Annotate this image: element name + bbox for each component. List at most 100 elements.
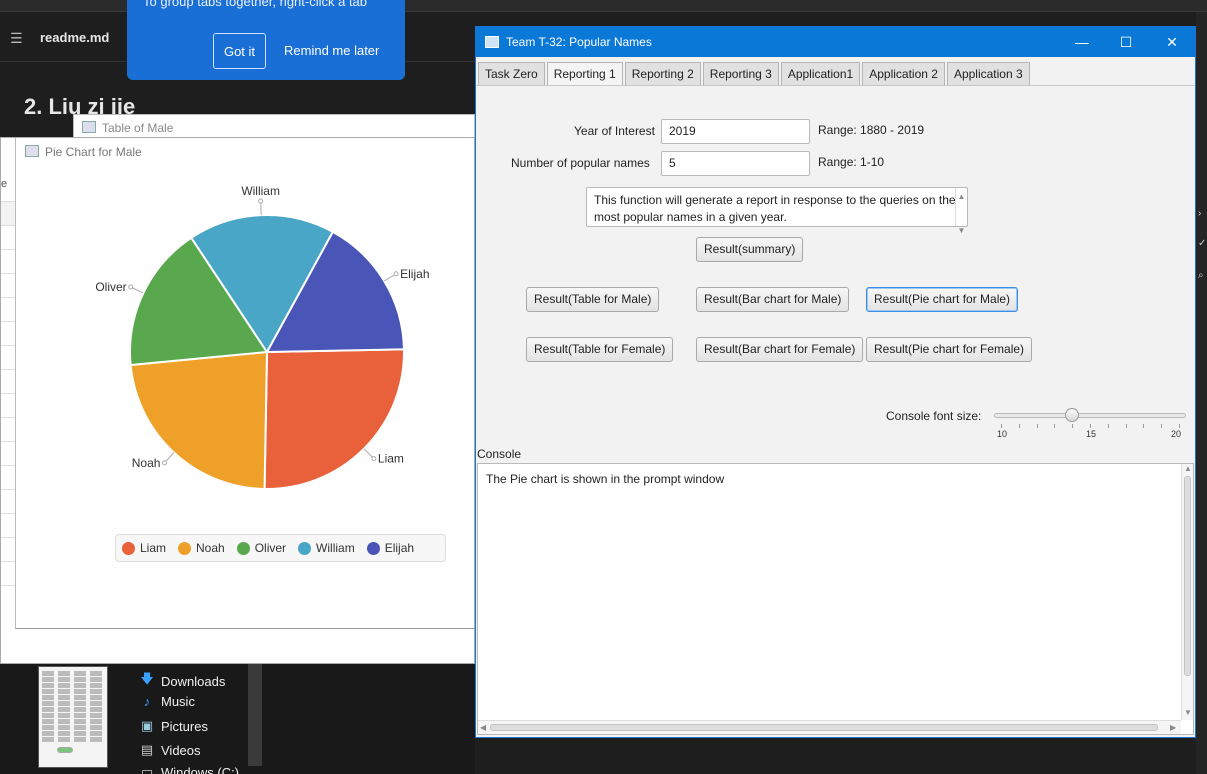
folder-music[interactable]: ♪ Music	[139, 694, 195, 709]
pie-label-dot	[393, 271, 399, 277]
pie-label-elijah: Elijah	[400, 267, 429, 281]
minimize-button[interactable]: —	[1062, 30, 1102, 54]
pie-chart-window[interactable]: Pie Chart for Male e Liam Noah Oliver Willi…	[0, 137, 476, 664]
pie-label-oliver: Oliver	[95, 280, 126, 294]
result-pie-female-button[interactable]: Result(Pie chart for Female)	[866, 337, 1033, 362]
result-table-male-button[interactable]: Result(Table for Male)	[526, 287, 660, 312]
slider-tick	[1090, 424, 1091, 428]
tab-bar: Task Zero Reporting 1 Reporting 2 Report…	[478, 62, 1030, 86]
table-preview-thumbnail[interactable]	[38, 666, 108, 768]
maximize-button[interactable]: ☐	[1106, 30, 1146, 54]
legend-label: Elijah	[384, 541, 415, 555]
title-bar[interactable]: Team T-32: Popular Names — ☐ ✕	[476, 27, 1195, 57]
legend-swatch	[298, 541, 312, 555]
drive-icon: ▭	[140, 764, 154, 774]
pie-chart-area: Liam Noah Oliver William Elijah Liam Noah Oliv…	[15, 138, 476, 629]
year-range-label: Range: 1880 - 2019	[818, 123, 925, 137]
scroll-down-icon[interactable]: ▼	[1184, 708, 1192, 717]
tab-reporting-1[interactable]: Reporting 1	[546, 62, 623, 86]
result-bar-male-button[interactable]: Result(Bar chart for Male)	[696, 287, 850, 312]
num-names-input[interactable]: 5	[661, 151, 810, 176]
tab-grouping-tip-popup: To group tabs together, right-click a ta…	[127, 0, 405, 80]
list-menu-icon[interactable]: ☰	[10, 30, 23, 47]
slider-tick-label: 15	[1086, 429, 1097, 439]
legend-item-liam: Liam	[122, 541, 166, 555]
legend-label: Noah	[196, 541, 225, 555]
pie-label-dot	[128, 284, 134, 290]
pie-label-noah: Noah	[132, 456, 161, 470]
chart-legend: Liam Noah Oliver William Elijah	[115, 534, 446, 562]
result-pie-male-button[interactable]: Result(Pie chart for Male)	[866, 287, 1019, 312]
download-arrow-icon: 🡇	[140, 671, 154, 686]
slider-tick	[1001, 424, 1002, 428]
result-summary-button[interactable]: Result(summary)	[696, 237, 804, 262]
slider-tick	[1072, 424, 1074, 428]
tab-reporting-2[interactable]: Reporting 2	[624, 62, 701, 86]
num-names-label: Number of popular names	[511, 156, 650, 170]
folder-pictures[interactable]: ▣ Pictures	[139, 718, 208, 734]
legend-item-oliver: Oliver	[236, 541, 287, 555]
console-label: Console	[477, 447, 522, 461]
description-scrollbar[interactable]: ▲ ▼	[955, 188, 967, 235]
slider-tick	[1036, 424, 1038, 428]
folder-videos[interactable]: ▤ Videos	[139, 742, 201, 758]
slider-tick	[1143, 424, 1145, 428]
tab-task-zero[interactable]: Task Zero	[478, 62, 545, 86]
description-text: This function will generate a report in …	[594, 193, 956, 224]
tab-application-2[interactable]: Application 2	[862, 62, 945, 86]
legend-swatch	[178, 541, 192, 555]
pie-slice-liam	[263, 348, 405, 490]
tab-application1[interactable]: Application1	[780, 62, 861, 86]
pie-label-liam: Liam	[378, 452, 404, 466]
folder-downloads[interactable]: 🡇 Downloads	[139, 670, 225, 692]
chevron-right-icon[interactable]: ›	[1198, 208, 1201, 219]
slider-tick	[1161, 424, 1163, 428]
console-horizontal-scrollbar[interactable]: ◀ ▶	[478, 720, 1181, 734]
result-bar-female-button[interactable]: Result(Bar chart for Female)	[696, 337, 864, 362]
search-icon[interactable]: ⌕	[1198, 270, 1204, 281]
window-title: Team T-32: Popular Names	[506, 35, 652, 49]
year-label: Year of Interest	[574, 124, 655, 138]
year-input[interactable]: 2019	[661, 119, 810, 144]
legend-item-noah: Noah	[178, 541, 225, 555]
result-table-female-button[interactable]: Result(Table for Female)	[526, 337, 674, 362]
legend-item-elijah: Elijah	[366, 541, 415, 555]
scroll-left-icon[interactable]: ◀	[480, 723, 486, 732]
tab-application-3[interactable]: Application 3	[946, 62, 1030, 86]
legend-label: Oliver	[254, 541, 287, 555]
window-title: Table of Male	[102, 121, 174, 135]
tab-reporting-3[interactable]: Reporting 3	[702, 62, 779, 86]
console-output[interactable]: The Pie chart is shown in the prompt win…	[477, 463, 1194, 735]
remind-later-button[interactable]: Remind me later	[284, 43, 379, 58]
table-edge-strip: e	[1, 178, 15, 628]
app-icon	[485, 36, 499, 48]
description-textarea[interactable]: This function will generate a report in …	[586, 187, 968, 235]
scroll-up-icon[interactable]: ▲	[1184, 464, 1192, 473]
legend-label: Liam	[140, 541, 167, 555]
slider-tick-label: 20	[1171, 429, 1182, 439]
legend-swatch	[236, 541, 250, 555]
slider-tick	[1107, 424, 1109, 428]
slider-track[interactable]	[994, 413, 1186, 418]
console-font-size-slider[interactable]: 10 15 20	[994, 408, 1187, 440]
scroll-right-icon[interactable]: ▶	[1170, 723, 1176, 732]
pie-label-william: William	[241, 184, 280, 198]
slider-tick	[1179, 424, 1180, 428]
slider-tick	[1018, 424, 1020, 428]
popular-names-app-window: Team T-32: Popular Names — ☐ ✕ Task Zero…	[475, 26, 1196, 738]
close-button[interactable]: ✕	[1152, 30, 1192, 54]
slider-thumb[interactable]	[1065, 408, 1080, 422]
explorer-scrollbar[interactable]	[248, 664, 262, 766]
window-icon	[82, 121, 96, 133]
pictures-icon: ▣	[140, 718, 154, 733]
got-it-button[interactable]: Got it	[213, 33, 266, 69]
folder-windows-c[interactable]: ▭ Windows (C:)	[139, 764, 239, 774]
tip-text: To group tabs together, right-click a ta…	[143, 0, 368, 9]
check-icon[interactable]: ✓	[1198, 238, 1206, 249]
console-vertical-scrollbar[interactable]: ▲ ▼	[1181, 464, 1193, 720]
editor-file-name[interactable]: readme.md	[40, 30, 109, 45]
legend-label: William	[316, 541, 355, 555]
reporting-1-panel: Year of Interest 2019 Range: 1880 - 2019…	[476, 85, 1195, 455]
console-text: The Pie chart is shown in the prompt win…	[486, 472, 725, 486]
slider-tick	[1125, 424, 1127, 428]
